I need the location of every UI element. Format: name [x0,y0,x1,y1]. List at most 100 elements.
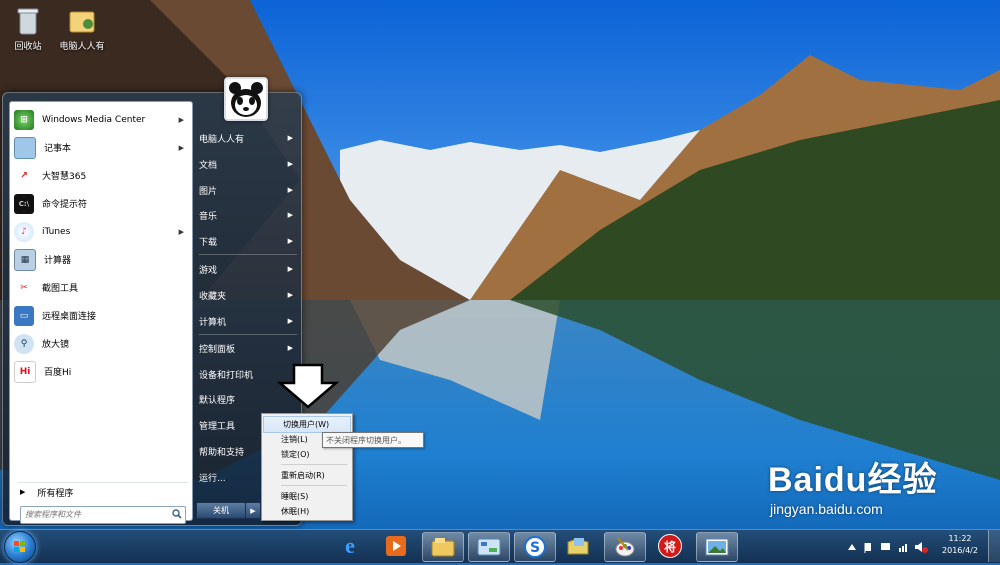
picture-viewer-icon [705,538,729,556]
program-item-snipping-tool[interactable]: ✂ 截图工具 [10,274,192,301]
remote-desktop-icon: ▭ [14,305,34,326]
program-label: Windows Media Center [42,114,146,125]
sogou-icon: S [524,536,546,558]
program-label: 计算器 [44,256,72,266]
start-button[interactable] [4,531,36,563]
menu-item-label: 运行... [199,473,226,484]
menu-item-games[interactable]: 游戏 ▶ [199,259,299,279]
program-item-cmd[interactable]: C:\ 命令提示符 [10,190,192,217]
taskbar-control-panel[interactable] [468,532,510,562]
internet-explorer-icon: e [345,533,355,558]
menu-item-label: 计算机 [199,317,227,328]
submenu-arrow-icon: ▶ [287,160,293,168]
menu-item-label: 收藏夹 [199,291,227,302]
menu-item-label: 控制面板 [199,344,236,355]
taskbar-folder[interactable] [558,532,598,560]
shutdown-label: 关机 [213,506,229,515]
panda-avatar-icon [226,79,266,119]
menu-item-label: 切换用户(W) [283,420,330,429]
taskbar-file-explorer[interactable] [422,532,464,562]
menu-item-label: 重新启动(R) [281,471,325,480]
avatar[interactable] [224,77,268,121]
submenu-arrow-icon: ▶ [287,237,293,245]
network-icon [881,543,890,550]
taskbar-chinese-chess[interactable]: 将 [650,532,690,560]
volume-icon [915,542,922,552]
paint-icon [615,537,635,557]
menu-item-music[interactable]: 音乐 ▶ [199,205,299,225]
shutdown-button[interactable]: 关机 [196,502,246,519]
snipping-tool-icon: ✂ [14,277,34,298]
recycle-bin-icon [17,8,39,35]
watermark: Baidu经验 jingyan.baidu.com [768,452,937,517]
taskbar-clock[interactable]: 11:22 2016/4/2 [938,533,982,557]
menu-item-computer[interactable]: 计算机 ▶ [199,311,299,331]
menu-separator [281,485,347,486]
taskbar-sogou[interactable]: S [514,532,556,562]
submenu-arrow-icon: ▶ [287,344,293,352]
chevron-right-icon: ▶ [250,506,256,515]
tooltip-text: 不关闭程序切换用户。 [326,435,406,445]
program-label: iTunes [42,226,71,237]
menu-item-control-panel[interactable]: 控制面板 ▶ [199,338,299,358]
menu-item-sleep[interactable]: 睡眠(S) [262,489,352,504]
menu-item-user-folder[interactable]: 电脑人人有 ▶ [199,128,299,148]
menu-separator [281,464,347,465]
menu-item-label: 锁定(O) [281,450,310,459]
taskbar-media-player[interactable] [376,532,416,560]
menu-item-switch-user[interactable]: 切换用户(W) [263,416,351,433]
program-item-dazhihui[interactable]: ↗ 大智慧365 [10,162,192,189]
program-item-calculator[interactable]: ▦ 计算器 [10,246,192,273]
submenu-arrow-icon: ▶ [287,317,293,325]
program-item-baidu-hi[interactable]: Hi 百度Hi [10,358,192,385]
menu-item-lock[interactable]: 锁定(O) [262,447,352,462]
menu-item-restart[interactable]: 重新启动(R) [262,468,352,483]
menu-item-label: 游戏 [199,265,218,276]
program-item-media-center[interactable]: ⊞ Windows Media Center ▶ [10,106,192,133]
menu-item-downloads[interactable]: 下载 ▶ [199,231,299,251]
arrow-right-icon: ▶ [20,488,26,496]
menu-item-documents[interactable]: 文档 ▶ [199,154,299,174]
desktop-icon-label: 电脑人人有 [59,42,105,52]
folder-icon [567,538,589,555]
menu-item-label: 默认程序 [199,395,236,406]
menu-item-hibernate[interactable]: 休眠(H) [262,504,352,519]
submenu-arrow-icon: ▶ [287,186,293,194]
program-label: 百度Hi [44,368,72,378]
desktop-icon-label: 回收站 [14,42,42,52]
desktop-icon-user-folder[interactable]: 电脑人人有 [54,6,110,52]
watermark-brand: Baidu经验 [768,461,938,499]
program-label: 远程桌面连接 [42,312,97,322]
program-item-notepad[interactable]: 记事本 ▶ [10,134,192,161]
show-hidden-icons-icon [848,544,856,550]
programs-pane: ⊞ Windows Media Center ▶ 记事本 ▶ ↗ 大智慧365 … [9,101,193,524]
menu-item-favorites[interactable]: 收藏夹 ▶ [199,285,299,305]
menu-item-label: 文档 [199,160,218,171]
cmd-icon: C:\ [14,193,34,214]
shutdown-options-button[interactable]: ▶ [245,502,261,519]
clock-date: 2016/4/2 [942,546,978,555]
taskbar-ie[interactable]: e [330,532,370,560]
baidu-hi-icon: Hi [14,360,36,383]
menu-item-pictures[interactable]: 图片 ▶ [199,180,299,200]
windows-logo-icon [14,541,25,552]
program-item-magnifier[interactable]: ⚲ 放大镜 [10,330,192,357]
program-label: 命令提示符 [42,200,88,210]
all-programs-button[interactable]: ▶ 所有程序 [18,482,188,501]
submenu-arrow-icon: ▶ [287,211,293,219]
desktop-icon-recycle-bin[interactable]: 回收站 [0,6,56,52]
control-panel-icon [477,538,501,556]
program-label: 放大镜 [42,340,70,350]
program-item-itunes[interactable]: ♪ iTunes ▶ [10,218,192,245]
search-box[interactable] [20,506,186,524]
watermark-url: jingyan.baidu.com [770,501,883,517]
taskbar-paint[interactable] [604,532,646,562]
taskbar-picture-viewer[interactable] [696,532,738,562]
menu-separator [199,254,297,255]
menu-item-label: 注销(L) [281,435,308,444]
search-input[interactable] [21,507,165,521]
dazhihui-icon: ↗ [14,165,34,186]
all-programs-label: 所有程序 [37,488,74,499]
program-item-remote-desktop[interactable]: ▭ 远程桌面连接 [10,302,192,329]
show-desktop-button[interactable] [988,530,1000,562]
